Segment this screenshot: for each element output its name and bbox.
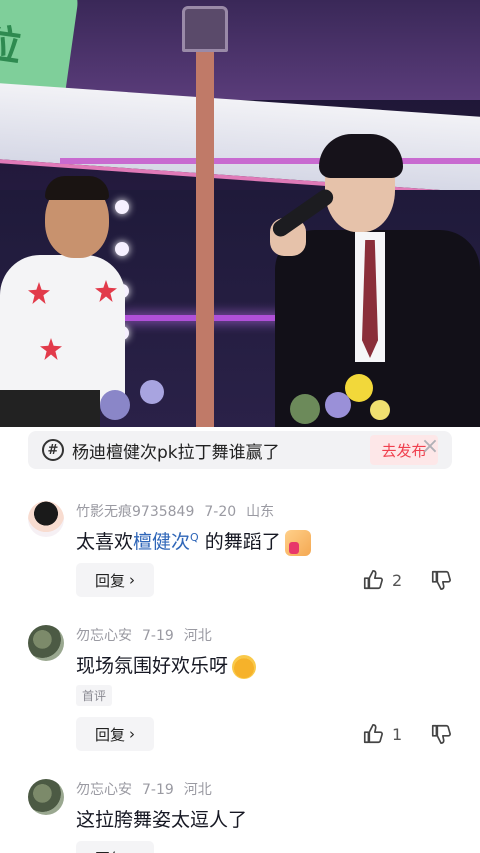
like-count: 2 [392,570,403,590]
comment-date: 7-19 [142,782,174,798]
like-count: 1 [392,724,403,744]
avatar[interactable] [28,779,64,815]
comment-text: 现场氛围好欢乐呀 [76,651,257,679]
reply-button[interactable]: 回复› [76,841,154,853]
comment-meta: 勿忘心安 7-19 河北 [76,625,222,645]
comment-location: 河北 [183,782,212,798]
comment-location: 山东 [246,504,275,520]
like-button[interactable]: 1 [362,723,402,745]
comments-panel: # 杨迪檀健次pk拉丁舞谁赢了 去发布 × 竹影无痕9735849 7-20 山东 … [0,427,480,853]
mention-link[interactable]: 檀健次 [133,531,190,553]
comment-meta: 竹影无痕9735849 7-20 山东 [76,501,284,521]
username[interactable]: 勿忘心安 [76,628,132,644]
like-button[interactable]: 2 [362,569,402,591]
show-logo-text: 粒 [0,19,25,71]
comment-text: 太喜欢檀健次Q 的舞蹈了 [76,527,311,556]
comment-meta: 勿忘心安 7-19 河北 [76,779,222,799]
video-player[interactable]: 粒 [0,0,480,427]
laughing-icon [232,654,257,679]
topic-text[interactable]: 杨迪檀健次pk拉丁舞谁赢了 [72,438,370,463]
username[interactable]: 勿忘心安 [76,782,132,798]
stage-flowers [80,370,480,427]
topic-suggestion-bar[interactable]: # 杨迪檀健次pk拉丁舞谁赢了 去发布 [28,431,452,469]
username[interactable]: 竹影无痕9735849 [76,504,194,520]
reply-button[interactable]: 回复› [76,717,154,751]
avatar[interactable] [28,625,64,661]
lamp-post [196,40,214,427]
app-screen: 粒 # 杨迪檀健次pk拉丁舞谁赢了 去发布 × 竹影无痕9735849 7-20… [0,0,480,853]
chevron-right-icon: › [129,849,135,853]
stage-upper-level [55,0,480,100]
comment-date: 7-19 [142,628,174,644]
dislike-icon[interactable] [430,723,452,745]
like-icon [363,570,383,590]
hashtag-icon: # [42,439,64,461]
dislike-icon[interactable] [430,569,452,591]
chevron-right-icon: › [129,571,135,589]
chevron-right-icon: › [129,725,135,743]
street-lamp [182,6,228,52]
reply-button[interactable]: 回复› [76,563,154,597]
first-comment-badge: 首评 [76,685,113,706]
avatar[interactable] [28,501,64,537]
comment-location: 河北 [183,628,212,644]
thumbs-up-icon [284,529,311,556]
comment-date: 7-20 [204,504,237,520]
search-icon[interactable]: Q [190,531,199,544]
like-icon [363,724,383,744]
close-icon[interactable]: × [420,436,440,458]
comment-text: 这拉胯舞姿太逗人了 [76,809,248,831]
